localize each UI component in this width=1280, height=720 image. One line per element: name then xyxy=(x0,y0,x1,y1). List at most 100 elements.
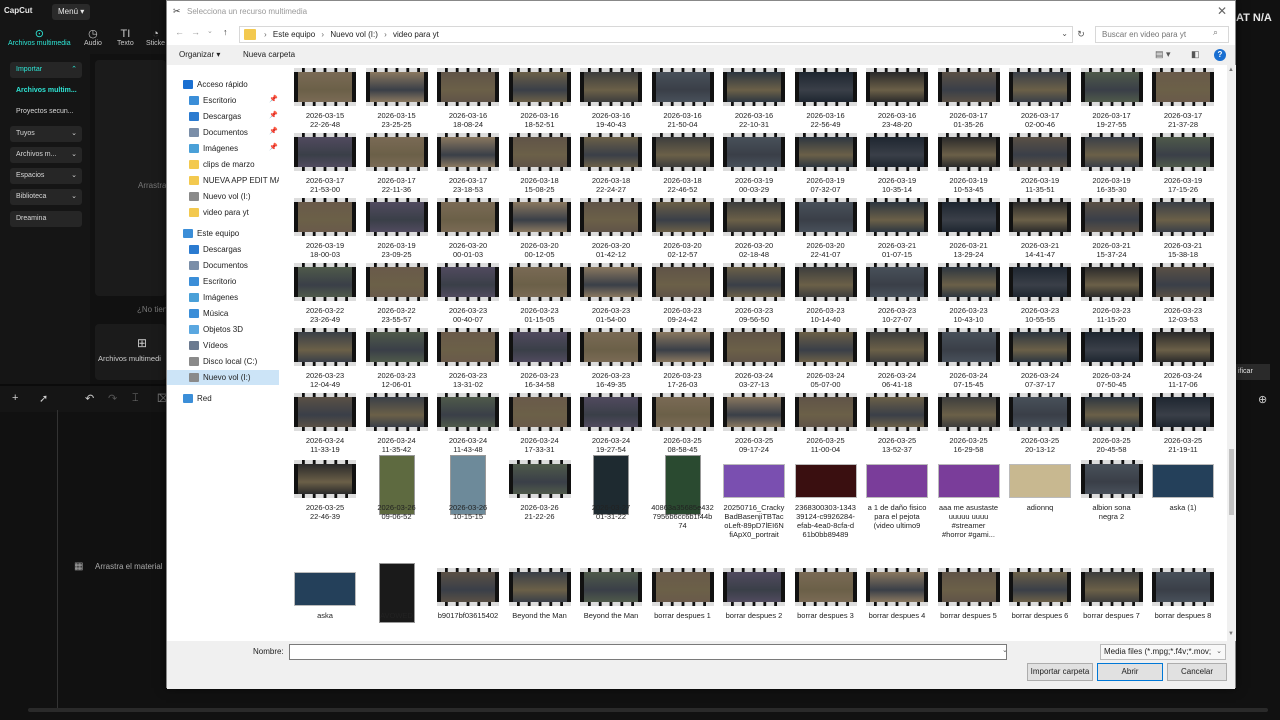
file-item[interactable]: 2026-03-27 01-31-22 xyxy=(579,455,643,522)
file-item[interactable]: 2026-03-25 09-17-24 xyxy=(722,393,786,455)
chevron-down-icon[interactable]: ⌄ xyxy=(1002,646,1008,654)
file-item[interactable]: 2026-03-20 02-18-48 xyxy=(722,198,786,260)
scroll-down-icon[interactable]: ▼ xyxy=(1228,631,1234,637)
tab-media[interactable]: ⊙ Archivos multimedia xyxy=(8,28,71,47)
nav-item[interactable]: video para yt xyxy=(167,205,279,220)
nav-item[interactable]: Nuevo vol (I:) xyxy=(167,189,279,204)
drop-zone[interactable] xyxy=(95,60,166,296)
sidebar-item-spaces[interactable]: Espacios ⌄ xyxy=(10,168,82,184)
tab-text[interactable]: TI Texto xyxy=(117,28,134,47)
file-item[interactable]: 2026-03-20 00-01-03 xyxy=(436,198,500,260)
zoom-icon[interactable]: ⊕ xyxy=(1258,393,1267,406)
file-item[interactable]: borrar despues 8 xyxy=(1151,568,1215,630)
file-item[interactable]: 2026-03-16 23-48-20 xyxy=(865,68,929,130)
file-item[interactable]: 2026-03-23 09-24-42 xyxy=(651,263,715,325)
help-icon[interactable]: ? xyxy=(1214,49,1226,61)
file-item[interactable]: aska xyxy=(293,568,357,630)
file-item[interactable]: borrar despues 3 xyxy=(794,568,858,630)
file-item[interactable]: 2026-03-17 22-11-36 xyxy=(365,133,429,195)
file-item[interactable]: 2026-03-23 01-54-00 xyxy=(579,263,643,325)
file-item[interactable]: borrar despues 4 xyxy=(865,568,929,630)
nav-item[interactable]: Red xyxy=(167,391,279,406)
nav-item[interactable]: Descargas 📌 xyxy=(167,109,279,124)
timeline-scrollbar[interactable] xyxy=(28,708,1268,712)
file-item[interactable]: 2026-03-24 11-43-48 xyxy=(436,393,500,455)
file-item[interactable]: 2026-03-21 13-29-24 xyxy=(937,198,1001,260)
file-item[interactable]: 2026-03-23 10-14-40 xyxy=(794,263,858,325)
file-item[interactable]: 2026-03-19 23-09-25 xyxy=(365,198,429,260)
file-item[interactable]: 2026-03-19 10-35-14 xyxy=(865,133,929,195)
redo-icon[interactable]: ↷ xyxy=(108,392,117,405)
scrollbar-thumb[interactable] xyxy=(1229,449,1234,515)
file-item[interactable]: 2026-03-23 12-04-49 xyxy=(293,328,357,390)
file-item[interactable]: 2026-03-25 22-46-39 xyxy=(293,460,357,522)
undo-icon[interactable]: ↶ xyxy=(85,392,94,405)
file-item[interactable]: 2026-03-25 20-13-12 xyxy=(1008,393,1072,455)
file-item[interactable]: 2026-03-18 15-08-25 xyxy=(508,133,572,195)
file-item[interactable]: 2026-03-21 14-41-47 xyxy=(1008,198,1072,260)
file-item[interactable]: aaa me asustaste uuuuu uuuu #streamer #h… xyxy=(937,460,1001,539)
sidebar-item-library[interactable]: Biblioteca ⌄ xyxy=(10,189,82,205)
file-item[interactable]: 2026-03-16 22-10-31 xyxy=(722,68,786,130)
nav-item[interactable]: Escritorio 📌 xyxy=(167,93,279,108)
file-item[interactable]: 2026-03-24 17-33-31 xyxy=(508,393,572,455)
file-item[interactable]: adionnq xyxy=(1008,460,1072,522)
file-item[interactable]: 2026-03-23 09-56-50 xyxy=(722,263,786,325)
file-item[interactable]: 2026-03-25 11-00-04 xyxy=(794,393,858,455)
file-item[interactable]: borrar despues 2 xyxy=(722,568,786,630)
file-item[interactable]: AVOWED xyxy=(365,563,429,630)
file-item[interactable]: 2026-03-26 09-06-52 xyxy=(365,455,429,522)
file-item[interactable]: b9017bf03615402 xyxy=(436,568,500,630)
file-item[interactable]: 2026-03-22 23-55-57 xyxy=(365,263,429,325)
nav-item[interactable]: Este equipo xyxy=(167,226,279,241)
file-item[interactable]: 2026-03-19 18-00-03 xyxy=(293,198,357,260)
file-item[interactable]: 2026-03-23 13-31-02 xyxy=(436,328,500,390)
nav-item[interactable]: Escritorio xyxy=(167,274,279,289)
import-folder-button[interactable]: Importar carpeta xyxy=(1027,663,1093,681)
nav-item[interactable]: Nuevo vol (I:) xyxy=(167,370,279,385)
file-item[interactable]: 2026-03-18 22-24-27 xyxy=(579,133,643,195)
file-item[interactable]: borrar despues 6 xyxy=(1008,568,1072,630)
file-item[interactable]: 2026-03-24 03-27-13 xyxy=(722,328,786,390)
pointer-icon[interactable]: ➚ xyxy=(39,392,48,405)
file-item[interactable]: 2026-03-22 23-26-49 xyxy=(293,263,357,325)
view-options-icon[interactable]: ▤ ▾ xyxy=(1155,49,1171,60)
file-item[interactable]: 40863a35685e432 7956b6cc6b1f44b 74 xyxy=(651,455,715,530)
file-item[interactable]: 2026-03-20 02-12-57 xyxy=(651,198,715,260)
nav-item[interactable]: Objetos 3D xyxy=(167,322,279,337)
file-item[interactable]: 2026-03-16 18-08-24 xyxy=(436,68,500,130)
new-folder-button[interactable]: Nueva carpeta xyxy=(243,50,295,59)
tab-sticker[interactable]: ◔ Sticke xyxy=(146,28,165,47)
file-item[interactable]: 2026-03-23 16-49-35 xyxy=(579,328,643,390)
search-input[interactable] xyxy=(1095,26,1229,43)
file-item[interactable]: 2026-03-19 16-35-30 xyxy=(1080,133,1144,195)
close-icon[interactable]: ✕ xyxy=(1217,4,1227,18)
breadcrumb-this-pc[interactable]: Este equipo xyxy=(273,30,315,39)
file-item[interactable]: 2026-03-17 19-27-55 xyxy=(1080,68,1144,130)
file-item[interactable]: 2026-03-23 10-27-07 xyxy=(865,263,929,325)
file-item[interactable]: 2026-03-23 10-55-55 xyxy=(1008,263,1072,325)
file-item[interactable]: 2026-03-15 23-25-25 xyxy=(365,68,429,130)
file-item[interactable]: 2026-03-19 07-32-07 xyxy=(794,133,858,195)
file-item[interactable]: a 1 de daño fisico para el pejota (video… xyxy=(865,460,929,530)
file-item[interactable]: 2026-03-24 11-35-42 xyxy=(365,393,429,455)
chevron-down-icon[interactable]: ⌄ xyxy=(1061,29,1068,38)
file-item[interactable]: Beyond the Man xyxy=(579,568,643,630)
nav-item[interactable]: Imágenes 📌 xyxy=(167,141,279,156)
file-item[interactable]: 2026-03-17 21-37-28 xyxy=(1151,68,1215,130)
nav-item[interactable]: Descargas xyxy=(167,242,279,257)
nav-item[interactable]: Documentos 📌 xyxy=(167,125,279,140)
scroll-up-icon[interactable]: ▲ xyxy=(1228,67,1234,73)
file-item[interactable]: 2026-03-19 11-35-51 xyxy=(1008,133,1072,195)
file-item[interactable]: Beyond the Man xyxy=(508,568,572,630)
breadcrumb-drive[interactable]: Nuevo vol (I:) xyxy=(330,30,378,39)
file-name-input[interactable] xyxy=(289,644,1007,660)
tab-audio[interactable]: ◷ Audio xyxy=(84,28,102,47)
file-item[interactable]: 2026-03-17 21-53-00 xyxy=(293,133,357,195)
file-item[interactable]: 2026-03-26 10-15-15 xyxy=(436,455,500,522)
nav-item[interactable]: Música xyxy=(167,306,279,321)
sidebar-item-dreamina[interactable]: Dreamina xyxy=(10,211,82,227)
file-item[interactable]: borrar despues 7 xyxy=(1080,568,1144,630)
file-item[interactable]: 2026-03-21 15-37-24 xyxy=(1080,198,1144,260)
file-item[interactable]: 2026-03-25 16-29-58 xyxy=(937,393,1001,455)
